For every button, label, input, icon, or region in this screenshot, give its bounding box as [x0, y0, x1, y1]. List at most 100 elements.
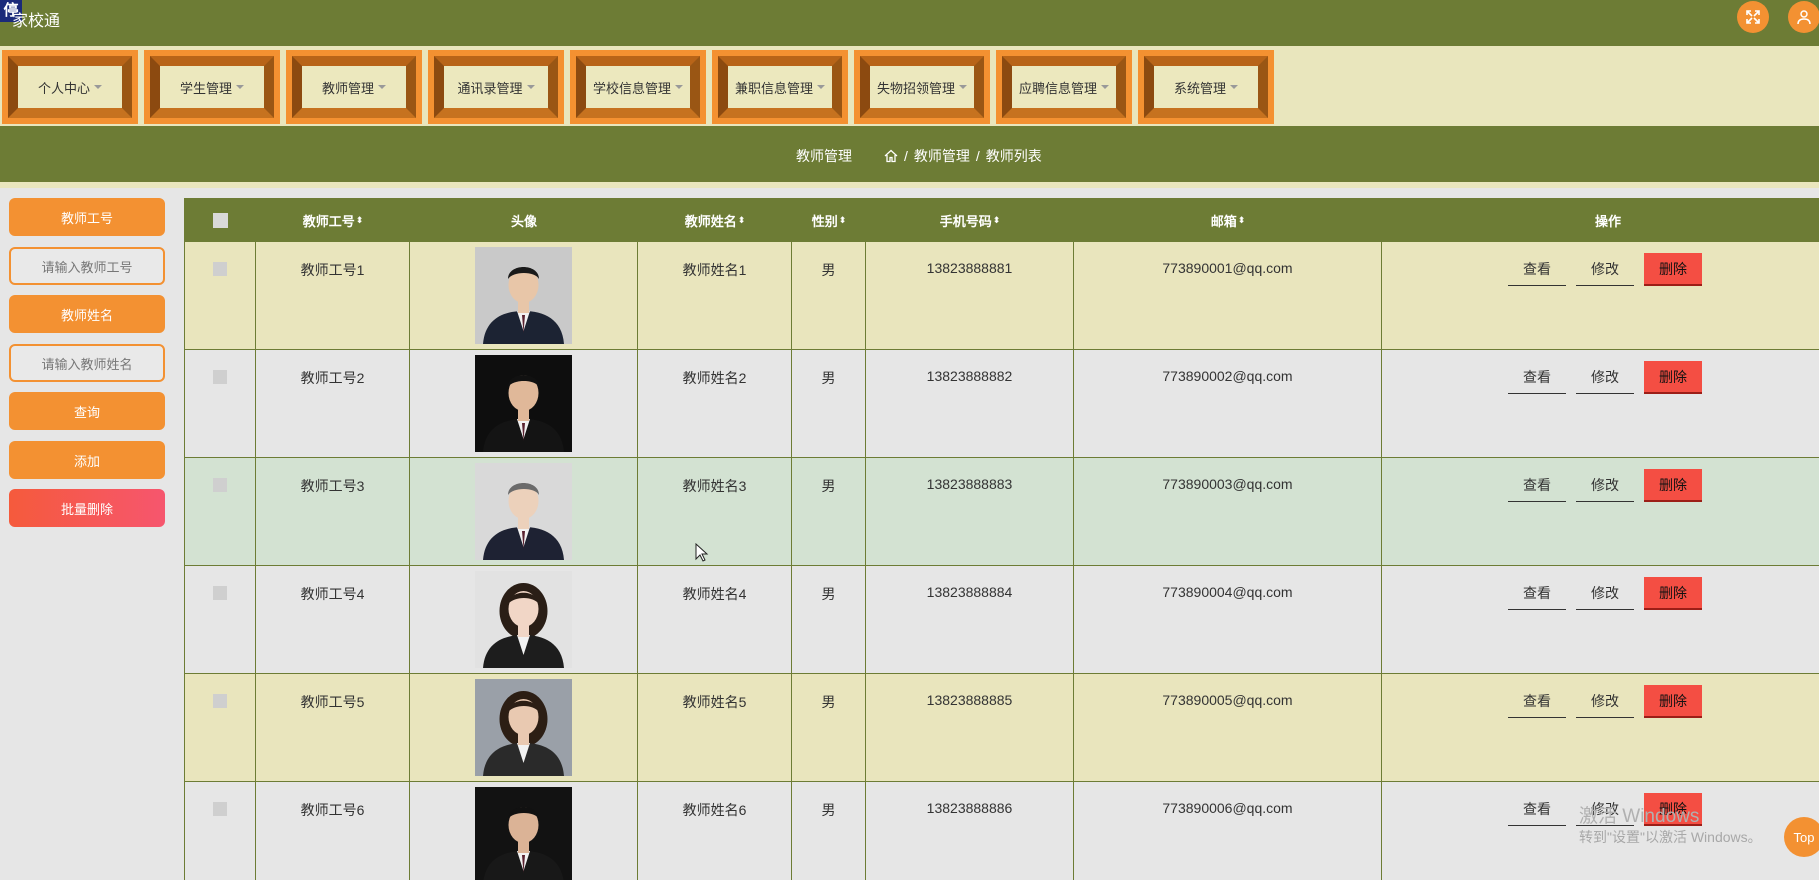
menu-label: 应聘信息管理	[1018, 80, 1097, 96]
teacher-email: 773890005@qq.com	[1162, 692, 1293, 708]
menu-student-management[interactable]: 学生管理	[144, 50, 280, 124]
table-body: 教师工号1 教师姓名1 男 13823888881 773890001@qq.com 查看…	[184, 242, 1819, 880]
select-all-checkbox[interactable]	[212, 212, 228, 228]
delete-button[interactable]: 删除	[1644, 361, 1702, 394]
id-cell: 教师工号4	[256, 566, 410, 674]
fullscreen-button[interactable]	[1737, 1, 1769, 33]
menu-parttime-management[interactable]: 兼职信息管理	[712, 50, 848, 124]
caret-down-icon	[817, 85, 825, 89]
caret-down-icon	[94, 85, 102, 89]
menu-system-management[interactable]: 系统管理	[1138, 50, 1274, 124]
edit-button[interactable]: 修改	[1576, 577, 1634, 610]
column-title: 操作	[1594, 213, 1621, 229]
user-button[interactable]	[1788, 1, 1819, 33]
menu-school-info-management[interactable]: 学校信息管理	[570, 50, 706, 124]
table-row: 教师工号4 教师姓名4 男 13823888884 773890004@qq.com 查看…	[184, 566, 1819, 674]
row-checkbox[interactable]	[213, 262, 227, 276]
teacher-name-label: 教师姓名	[9, 295, 165, 333]
column-header-id[interactable]: 教师工号 ⬍	[256, 198, 410, 242]
id-cell: 教师工号1	[256, 242, 410, 350]
teacher-name: 教师姓名6	[682, 802, 747, 818]
table-row: 教师工号2 教师姓名2 男 13823888882 773890002@qq.com 查看…	[184, 350, 1819, 458]
avatar-cell	[410, 242, 638, 350]
add-button[interactable]: 添加	[9, 441, 165, 479]
column-header-gender[interactable]: 性别 ⬍	[792, 198, 866, 242]
teacher-name: 教师姓名4	[682, 586, 747, 602]
teacher-id-input[interactable]: 请输入教师工号	[9, 247, 165, 285]
caret-down-icon	[526, 85, 535, 89]
email-cell: 773890001@qq.com	[1074, 242, 1382, 350]
view-button[interactable]: 查看	[1508, 361, 1566, 394]
column-title: 性别	[811, 213, 838, 229]
caret-down-icon	[1230, 85, 1238, 89]
avatar-cell	[410, 458, 638, 566]
email-cell: 773890006@qq.com	[1074, 782, 1382, 880]
delete-button[interactable]: 删除	[1644, 253, 1702, 286]
view-button[interactable]: 查看	[1508, 685, 1566, 718]
breadcrumb-item[interactable]: 教师管理	[914, 146, 970, 166]
breadcrumb-separator: /	[975, 148, 980, 164]
name-cell: 教师姓名1	[638, 242, 792, 350]
teacher-name: 教师姓名3	[682, 478, 747, 494]
column-header-name[interactable]: 教师姓名 ⬍	[638, 198, 792, 242]
menu-label: 兼职信息管理	[734, 80, 813, 96]
menu-applicant-management[interactable]: 应聘信息管理	[996, 50, 1132, 124]
windows-watermark-text: 转到"设置"以激活 Windows。	[1579, 829, 1762, 845]
breadcrumb-separator: /	[904, 148, 908, 164]
home-icon[interactable]	[884, 149, 898, 163]
edit-button[interactable]: 修改	[1576, 685, 1634, 718]
sort-icon: ⬍	[355, 214, 364, 225]
gender-cell: 男	[792, 782, 866, 880]
phone-cell: 13823888881	[866, 242, 1074, 350]
delete-button[interactable]: 删除	[1644, 469, 1702, 502]
menu-lost-found-management[interactable]: 失物招领管理	[854, 50, 990, 124]
name-cell: 教师姓名4	[638, 566, 792, 674]
caret-down-icon	[378, 85, 386, 89]
teacher-name: 教师姓名2	[682, 370, 747, 386]
search-button[interactable]: 查询	[9, 392, 165, 430]
row-checkbox[interactable]	[213, 370, 227, 384]
edit-button[interactable]: 修改	[1576, 361, 1634, 394]
view-button[interactable]: 查看	[1508, 793, 1566, 826]
column-title: 教师工号	[302, 213, 355, 229]
caret-down-icon	[675, 85, 683, 89]
menu-teacher-management[interactable]: 教师管理	[286, 50, 422, 124]
delete-button[interactable]: 删除	[1644, 577, 1702, 610]
view-button[interactable]: 查看	[1508, 253, 1566, 286]
top-bar: 停 家校通	[0, 0, 1819, 46]
batch-delete-button[interactable]: 批量删除	[9, 489, 165, 527]
select-cell	[184, 782, 256, 880]
sort-icon: ⬍	[737, 214, 746, 225]
delete-button[interactable]: 删除	[1644, 685, 1702, 718]
column-header-email[interactable]: 邮箱 ⬍	[1074, 198, 1382, 242]
edit-button[interactable]: 修改	[1576, 469, 1634, 502]
column-header-phone[interactable]: 手机号码 ⬍	[866, 198, 1074, 242]
teacher-gender: 男	[821, 802, 836, 818]
sort-icon: ⬍	[1237, 214, 1246, 225]
row-checkbox[interactable]	[213, 586, 227, 600]
row-checkbox[interactable]	[213, 694, 227, 708]
teacher-id: 教师工号4	[300, 586, 365, 602]
menu-personal-center[interactable]: 个人中心	[2, 50, 138, 124]
gender-cell: 男	[792, 674, 866, 782]
name-cell: 教师姓名2	[638, 350, 792, 458]
select-cell	[184, 458, 256, 566]
back-to-top-button[interactable]: Top	[1784, 817, 1819, 857]
gender-cell: 男	[792, 566, 866, 674]
menu-label: 失物招领管理	[876, 80, 955, 96]
view-button[interactable]: 查看	[1508, 469, 1566, 502]
app-title: 家校通	[12, 13, 61, 30]
edit-button[interactable]: 修改	[1576, 253, 1634, 286]
view-button[interactable]: 查看	[1508, 577, 1566, 610]
breadcrumb: / 教师管理 / 教师列表	[884, 146, 1042, 166]
row-checkbox[interactable]	[213, 802, 227, 816]
teacher-name-input[interactable]: 请输入教师姓名	[9, 344, 165, 382]
avatar	[475, 355, 572, 452]
operations-cell: 查看 修改 删除	[1382, 674, 1819, 782]
avatar-cell	[410, 350, 638, 458]
teacher-phone: 13823888885	[926, 692, 1013, 708]
avatar-cell	[410, 674, 638, 782]
row-checkbox[interactable]	[213, 478, 227, 492]
operations-cell: 查看 修改 删除	[1382, 566, 1819, 674]
menu-contacts-management[interactable]: 通讯录管理	[428, 50, 564, 124]
